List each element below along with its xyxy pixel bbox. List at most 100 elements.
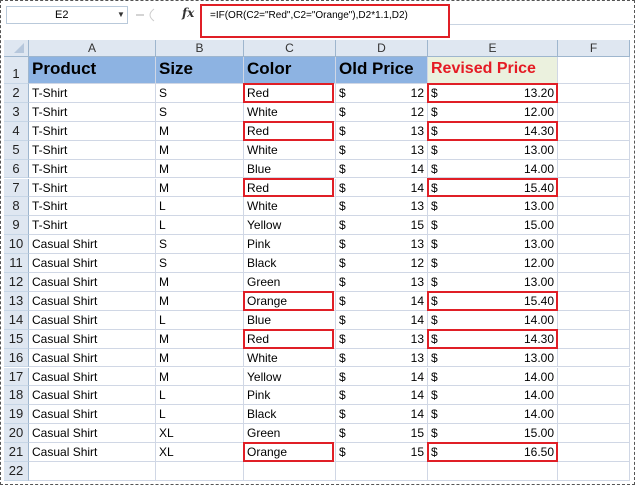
cell-f17[interactable] [558,367,630,387]
size-cell[interactable]: XL [156,424,244,444]
color-cell[interactable]: White [244,102,336,122]
revised-price-cell[interactable]: $15.40 [428,291,558,311]
old-price-cell[interactable]: $15 [336,216,428,236]
row-header-22[interactable]: 22 [4,462,29,481]
cell-f5[interactable] [558,140,630,160]
column-header-e[interactable]: E [428,40,558,57]
cell-f19[interactable] [558,405,630,425]
product-cell[interactable]: T-Shirt [29,216,156,236]
header-cell-old-price[interactable]: Old Price [336,57,428,84]
revised-price-cell[interactable]: $14.00 [428,367,558,387]
size-cell[interactable]: M [156,140,244,160]
color-cell[interactable]: Yellow [244,367,336,387]
row-header-14[interactable]: 14 [4,310,29,330]
color-cell[interactable]: Blue [244,310,336,330]
color-cell[interactable]: Black [244,405,336,425]
row-header-16[interactable]: 16 [4,348,29,368]
old-price-cell[interactable]: $13 [336,235,428,255]
size-cell[interactable]: M [156,329,244,349]
row-header-12[interactable]: 12 [4,273,29,292]
old-price-cell[interactable]: $15 [336,443,428,462]
revised-price-cell[interactable]: $12.00 [428,102,558,122]
revised-price-cell[interactable]: $14.00 [428,159,558,179]
cell-f13[interactable] [558,291,630,311]
column-header-f[interactable]: F [558,40,630,57]
cell-f8[interactable] [558,197,630,217]
old-price-cell[interactable]: $14 [336,178,428,198]
product-cell[interactable]: Casual Shirt [29,235,156,255]
revised-price-cell[interactable]: $15.40 [428,178,558,198]
size-cell[interactable]: M [156,178,244,198]
old-price-cell[interactable]: $14 [336,386,428,406]
column-header-b[interactable]: B [156,40,244,57]
size-cell[interactable]: XL [156,443,244,462]
cell-f12[interactable] [558,273,630,292]
cell-f1[interactable] [558,57,630,84]
old-price-cell[interactable]: $14 [336,405,428,425]
revised-price-cell[interactable]: $14.30 [428,329,558,349]
row-header-4[interactable]: 4 [4,121,29,141]
size-cell[interactable]: S [156,102,244,122]
size-cell[interactable]: M [156,367,244,387]
size-cell[interactable]: L [156,310,244,330]
header-cell-color[interactable]: Color [244,57,336,84]
row-header-7[interactable]: 7 [4,178,29,198]
old-price-cell[interactable]: $13 [336,348,428,368]
revised-price-cell[interactable]: $15.00 [428,424,558,444]
color-cell[interactable]: Blue [244,159,336,179]
row-header-10[interactable]: 10 [4,235,29,255]
select-all-corner[interactable] [4,40,29,57]
revised-price-cell[interactable]: $13.00 [428,273,558,292]
cell-f2[interactable] [558,84,630,103]
old-price-cell[interactable]: $14 [336,291,428,311]
row-header-17[interactable]: 17 [4,367,29,387]
color-cell[interactable]: Black [244,254,336,273]
row-header-8[interactable]: 8 [4,197,29,217]
cell-f11[interactable] [558,254,630,273]
old-price-cell[interactable]: $13 [336,197,428,217]
cell-f22[interactable] [558,462,630,481]
color-cell[interactable]: Pink [244,386,336,406]
color-cell[interactable]: Red [244,329,336,349]
old-price-cell[interactable]: $12 [336,102,428,122]
cell-c22[interactable] [244,462,336,481]
old-price-cell[interactable]: $13 [336,121,428,141]
color-cell[interactable]: Red [244,121,336,141]
product-cell[interactable]: Casual Shirt [29,310,156,330]
row-header-11[interactable]: 11 [4,254,29,273]
cell-f16[interactable] [558,348,630,368]
color-cell[interactable]: Pink [244,235,336,255]
product-cell[interactable]: Casual Shirt [29,443,156,462]
cell-f10[interactable] [558,235,630,255]
product-cell[interactable]: Casual Shirt [29,254,156,273]
column-header-c[interactable]: C [244,40,336,57]
column-header-a[interactable]: A [29,40,156,57]
revised-price-cell[interactable]: $14.00 [428,310,558,330]
product-cell[interactable]: T-Shirt [29,84,156,103]
chevron-down-icon[interactable]: ▼ [117,7,125,23]
product-cell[interactable]: Casual Shirt [29,367,156,387]
formula-bar-resize-handle[interactable] [132,7,162,23]
color-cell[interactable]: Green [244,424,336,444]
product-cell[interactable]: Casual Shirt [29,291,156,311]
size-cell[interactable]: M [156,291,244,311]
old-price-cell[interactable]: $13 [336,140,428,160]
old-price-cell[interactable]: $15 [336,424,428,444]
size-cell[interactable]: S [156,235,244,255]
size-cell[interactable]: M [156,159,244,179]
product-cell[interactable]: Casual Shirt [29,424,156,444]
old-price-cell[interactable]: $12 [336,254,428,273]
size-cell[interactable]: S [156,254,244,273]
revised-price-cell[interactable]: $13.00 [428,235,558,255]
color-cell[interactable]: Red [244,178,336,198]
header-cell-size[interactable]: Size [156,57,244,84]
old-price-cell[interactable]: $14 [336,367,428,387]
product-cell[interactable]: Casual Shirt [29,348,156,368]
row-header-13[interactable]: 13 [4,291,29,311]
color-cell[interactable]: White [244,197,336,217]
color-cell[interactable]: White [244,348,336,368]
cell-e22[interactable] [428,462,558,481]
size-cell[interactable]: M [156,273,244,292]
row-header-6[interactable]: 6 [4,159,29,179]
revised-price-cell[interactable]: $13.00 [428,348,558,368]
